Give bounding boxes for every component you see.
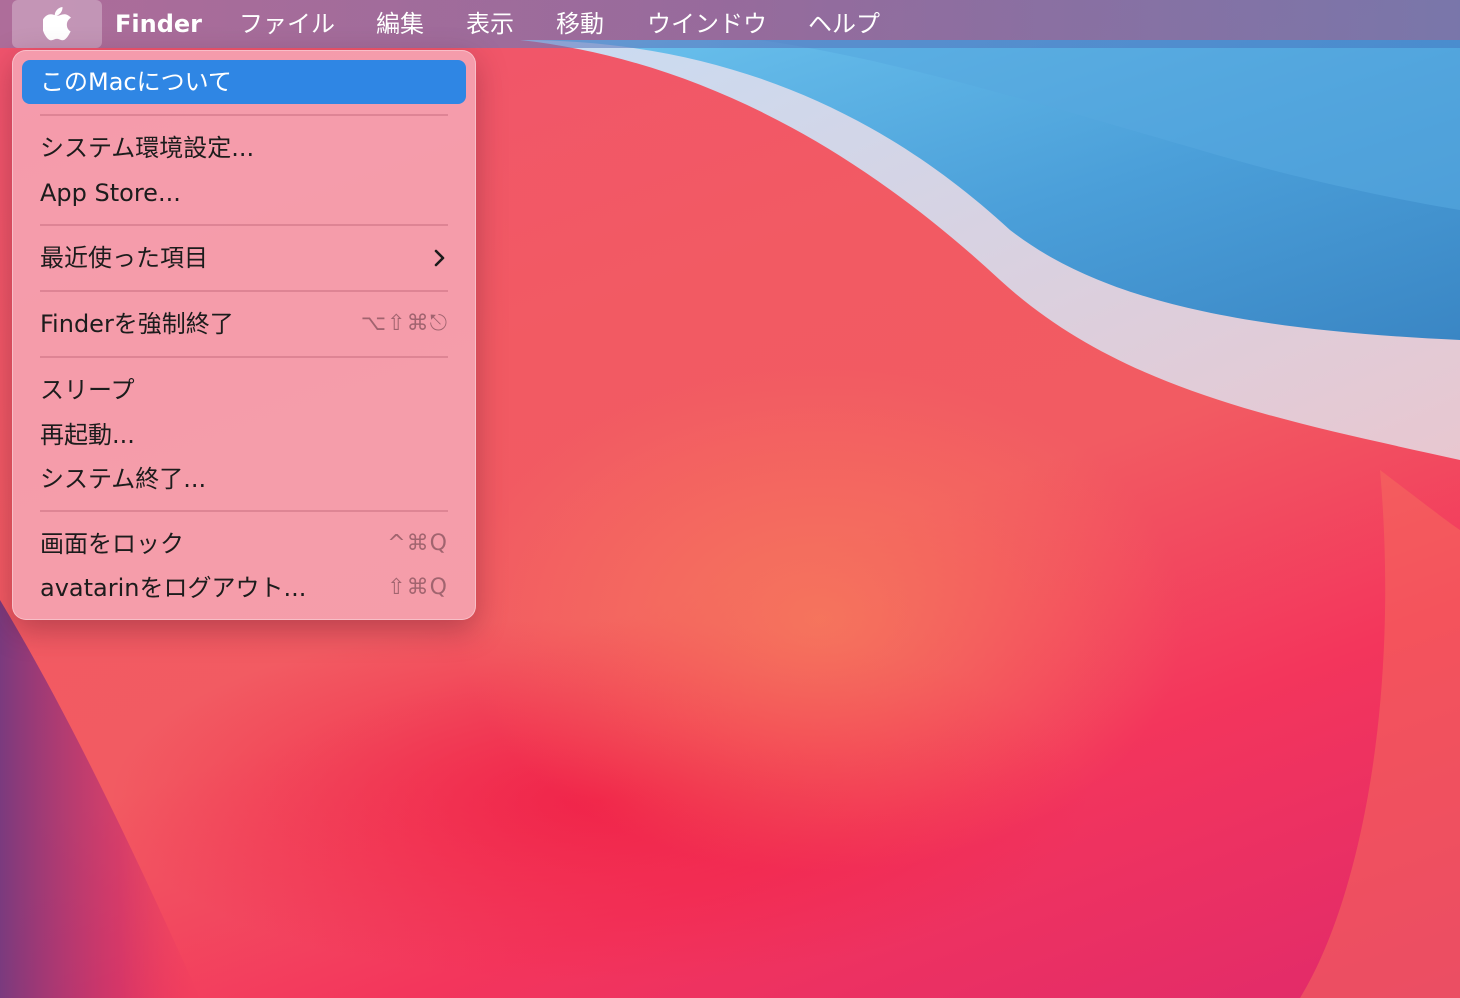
menu-item-label: App Store... <box>40 179 181 207</box>
menu-item-system-preferences[interactable]: システム環境設定... <box>22 126 466 170</box>
menubar-file[interactable]: ファイル <box>239 0 335 48</box>
menu-item-app-store[interactable]: App Store... <box>22 171 466 215</box>
menu-separator <box>40 510 448 512</box>
menubar-go[interactable]: 移動 <box>556 0 604 48</box>
menu-item-label: 再起動... <box>40 421 135 449</box>
menu-item-lock-screen[interactable]: 画面をロック ^⌘Q <box>22 522 466 566</box>
menubar-app-name[interactable]: Finder <box>115 0 202 48</box>
menu-separator <box>40 224 448 226</box>
menu-separator <box>40 114 448 116</box>
menu-separator <box>40 356 448 358</box>
menu-item-restart[interactable]: 再起動... <box>22 413 466 457</box>
menu-item-sleep[interactable]: スリープ <box>22 368 466 412</box>
menu-item-label: このMacについて <box>40 68 232 96</box>
menubar-window[interactable]: ウインドウ <box>647 0 767 48</box>
menu-item-label: スリープ <box>40 376 135 404</box>
chevron-right-icon <box>434 249 445 267</box>
menu-bar: Finder ファイル 編集 表示 移動 ウインドウ ヘルプ <box>0 0 1460 48</box>
menu-item-label: システム環境設定... <box>40 134 255 162</box>
menubar-edit[interactable]: 編集 <box>376 0 424 48</box>
menu-item-shutdown[interactable]: システム終了... <box>22 457 466 501</box>
menu-item-label: 画面をロック <box>40 530 184 558</box>
peach-wave-shape <box>1300 470 1460 998</box>
apple-logo-icon <box>43 7 71 41</box>
menu-item-force-quit-finder[interactable]: Finderを強制終了 ⌥⇧⌘⎋ <box>22 302 466 346</box>
menu-item-about-this-mac[interactable]: このMacについて <box>22 60 466 104</box>
menu-item-label: システム終了... <box>40 465 207 493</box>
keyboard-shortcut: ⌥⇧⌘⎋ <box>360 311 448 336</box>
keyboard-shortcut: ⇧⌘Q <box>387 575 448 600</box>
menu-item-label: Finderを強制終了 <box>40 310 234 338</box>
apple-dropdown-menu: このMacについて システム環境設定... App Store... 最近使った… <box>12 50 476 620</box>
menu-item-label: avatarinをログアウト... <box>40 574 307 602</box>
purple-wave-shape <box>0 600 200 998</box>
menubar-view[interactable]: 表示 <box>466 0 514 48</box>
menu-item-logout[interactable]: avatarinをログアウト... ⇧⌘Q <box>22 566 466 610</box>
keyboard-shortcut: ^⌘Q <box>387 531 448 556</box>
menu-item-label: 最近使った項目 <box>40 244 208 272</box>
apple-menu-button[interactable] <box>12 0 102 48</box>
menu-separator <box>40 290 448 292</box>
menu-item-recent-items[interactable]: 最近使った項目 <box>22 236 466 280</box>
menubar-help[interactable]: ヘルプ <box>808 0 880 48</box>
